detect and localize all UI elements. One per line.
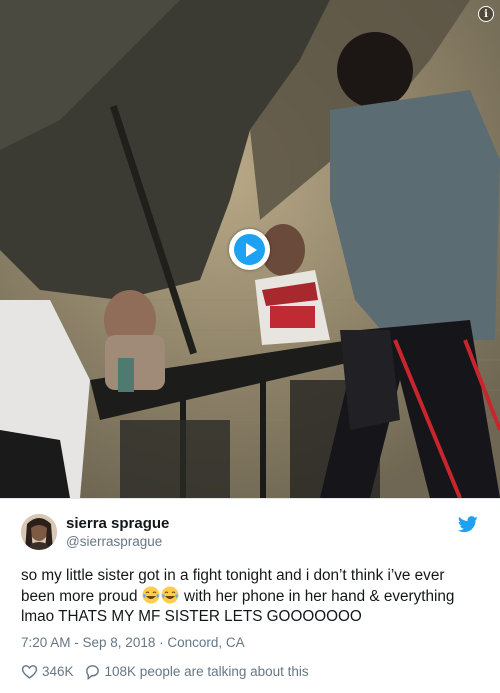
- reply-button[interactable]: 108K people are talking about this: [84, 663, 309, 680]
- play-icon: [234, 234, 265, 265]
- heart-icon: [21, 664, 38, 679]
- divider: [0, 498, 500, 499]
- reply-bubble-icon: [85, 664, 99, 680]
- display-name[interactable]: sierra sprague: [66, 515, 169, 532]
- tweet-actions: 346K 108K people are talking about this: [21, 660, 319, 682]
- avatar[interactable]: [21, 514, 57, 550]
- tweet-header: sierra sprague @sierrasprague: [21, 514, 481, 554]
- play-button[interactable]: [229, 229, 270, 270]
- info-icon[interactable]: i: [478, 6, 494, 22]
- tweet-text: so my little sister got in a fight tonig…: [21, 566, 481, 627]
- conversation-count: 108K people are talking about this: [104, 663, 309, 679]
- tweet-embed: i sierra sprague @sierrasprague so my li…: [0, 0, 500, 693]
- laughing-tears-emoji-icon: [142, 586, 160, 604]
- tweet-timestamp[interactable]: 7:20 AM - Sep 8, 2018 · Concord, CA: [21, 635, 245, 650]
- video-thumbnail[interactable]: i: [0, 0, 500, 498]
- twitter-bird-icon[interactable]: [458, 516, 478, 533]
- like-count: 346K: [42, 663, 74, 679]
- laughing-tears-emoji-icon: [161, 586, 179, 604]
- like-button[interactable]: 346K: [21, 663, 74, 680]
- user-handle[interactable]: @sierrasprague: [66, 534, 162, 549]
